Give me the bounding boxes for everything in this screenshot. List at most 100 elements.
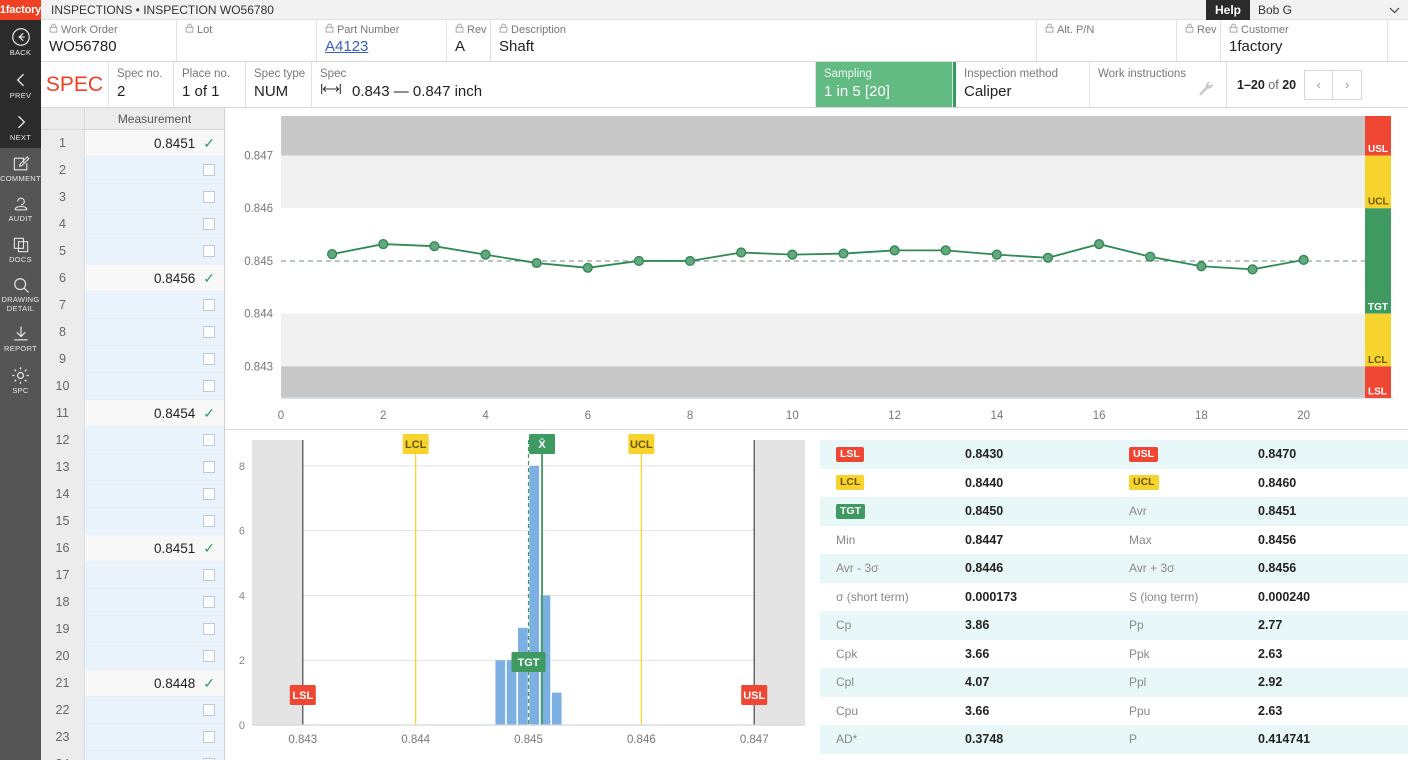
- header-field-rev[interactable]: Rev: [1177, 20, 1221, 61]
- measurement-row-value-cell[interactable]: [85, 319, 224, 345]
- control-chart-point[interactable]: [889, 245, 900, 256]
- control-chart-svg[interactable]: 0.843 0.844 0.845 0.846 0.847 0 2 4 6 8 10 12 14 16 18…: [225, 108, 1408, 430]
- measurement-row[interactable]: 17: [41, 562, 224, 589]
- measurement-row-value-cell[interactable]: 0.8451 ✓: [85, 535, 224, 561]
- header-field-part-number[interactable]: Part Number A4123: [317, 20, 447, 61]
- control-chart-point[interactable]: [1042, 252, 1054, 263]
- spec-field-spec-no[interactable]: Spec no. 2: [109, 62, 174, 107]
- header-field-value[interactable]: A4123: [325, 37, 438, 56]
- header-field-rev[interactable]: Rev A: [447, 20, 491, 61]
- rail-item-back[interactable]: BACK: [0, 20, 41, 63]
- measurement-row[interactable]: 13: [41, 454, 224, 481]
- control-chart-point[interactable]: [991, 249, 1002, 260]
- measurement-row[interactable]: 12: [41, 427, 224, 454]
- control-chart-point[interactable]: [531, 257, 542, 269]
- rail-item-docs[interactable]: DOCS: [0, 229, 41, 270]
- measurement-row-value-cell[interactable]: 0.8448 ✓: [85, 670, 224, 696]
- measurement-row[interactable]: 23: [41, 724, 224, 751]
- histogram-svg[interactable]: 0 2 4 6 8 LSL LCL X̄ TGT UCL USL 0.843 0.844 0.845 0.8…: [225, 430, 820, 760]
- control-chart-point[interactable]: [633, 255, 645, 267]
- measurement-row-value-cell[interactable]: [85, 481, 224, 507]
- user-menu[interactable]: Bob G: [1250, 0, 1408, 20]
- histogram-bar[interactable]: [518, 627, 528, 725]
- measurement-row[interactable]: 7: [41, 292, 224, 319]
- control-chart-point[interactable]: [736, 247, 747, 258]
- rail-item-report[interactable]: REPORT: [0, 318, 41, 359]
- header-field-alt-p-n[interactable]: Alt. P/N: [1037, 20, 1177, 61]
- checkbox-icon[interactable]: [203, 650, 215, 662]
- measurement-row[interactable]: 19: [41, 616, 224, 643]
- control-chart-point[interactable]: [1247, 264, 1258, 275]
- spec-field-spec-type[interactable]: Spec type NUM: [246, 62, 312, 107]
- measurement-row-value-cell[interactable]: [85, 697, 224, 723]
- part-number-link[interactable]: A4123: [325, 38, 368, 55]
- measurement-row[interactable]: 21 0.8448 ✓: [41, 670, 224, 697]
- measurement-row-value-cell[interactable]: 0.8454 ✓: [85, 400, 224, 426]
- measurement-row[interactable]: 22: [41, 697, 224, 724]
- measurement-row-value-cell[interactable]: [85, 724, 224, 750]
- rail-item-spc[interactable]: SPC: [0, 359, 41, 401]
- checkbox-icon[interactable]: [203, 488, 215, 500]
- measurement-row[interactable]: 14: [41, 481, 224, 508]
- measurement-row[interactable]: 1 0.8451 ✓: [41, 130, 224, 157]
- rail-item-comment[interactable]: COMMENT: [0, 148, 41, 189]
- pager-prev-button[interactable]: ‹: [1304, 69, 1334, 100]
- rail-item-audit[interactable]: AUDIT: [0, 188, 41, 229]
- checkbox-icon[interactable]: [203, 461, 215, 473]
- sampling-cell[interactable]: Sampling 1 in 5 [20]: [816, 62, 953, 107]
- control-chart-point[interactable]: [940, 245, 951, 256]
- control-chart-point[interactable]: [1196, 261, 1207, 272]
- measurement-row-value-cell[interactable]: [85, 589, 224, 615]
- measurement-row[interactable]: 20: [41, 643, 224, 670]
- measurement-row[interactable]: 24: [41, 751, 224, 760]
- rail-item-next[interactable]: NEXT: [0, 105, 41, 148]
- spec-field-place-no[interactable]: Place no. 1 of 1: [174, 62, 246, 107]
- histogram-bar[interactable]: [495, 660, 506, 725]
- measurement-row[interactable]: 18: [41, 589, 224, 616]
- control-chart-point[interactable]: [378, 238, 389, 250]
- checkbox-icon[interactable]: [203, 623, 215, 635]
- rail-item-drawing-detail[interactable]: DRAWING DETAIL: [0, 269, 41, 318]
- control-chart-point[interactable]: [582, 262, 593, 273]
- control-chart-point[interactable]: [1094, 238, 1105, 250]
- checkbox-icon[interactable]: [203, 596, 215, 608]
- help-button[interactable]: Help: [1205, 0, 1250, 20]
- rail-item-prev[interactable]: PREV: [0, 63, 41, 106]
- measurement-row-value-cell[interactable]: 0.8456 ✓: [85, 265, 224, 291]
- measurement-row[interactable]: 9: [41, 346, 224, 373]
- work-instructions-cell[interactable]: Work instructions: [1090, 62, 1227, 107]
- checkbox-icon[interactable]: [203, 569, 215, 581]
- measurement-row-value-cell[interactable]: [85, 562, 224, 588]
- control-chart-point[interactable]: [429, 241, 440, 252]
- histogram-bar[interactable]: [551, 692, 562, 725]
- checkbox-icon[interactable]: [203, 299, 215, 311]
- histogram-bar[interactable]: [529, 465, 539, 725]
- measurement-row-value-cell[interactable]: [85, 616, 224, 642]
- measurement-row[interactable]: 6 0.8456 ✓: [41, 265, 224, 292]
- checkbox-icon[interactable]: [203, 731, 215, 743]
- control-chart-point[interactable]: [1145, 251, 1156, 262]
- measurement-row-value-cell[interactable]: [85, 211, 224, 237]
- measurement-row[interactable]: 10: [41, 373, 224, 400]
- control-chart-point[interactable]: [327, 249, 338, 260]
- checkbox-icon[interactable]: [203, 434, 215, 446]
- measurement-row-value-cell[interactable]: [85, 454, 224, 480]
- checkbox-icon[interactable]: [203, 191, 215, 203]
- control-chart-point[interactable]: [1298, 254, 1309, 265]
- measurement-row-value-cell[interactable]: [85, 373, 224, 399]
- checkbox-icon[interactable]: [203, 218, 215, 230]
- checkbox-icon[interactable]: [203, 326, 215, 338]
- control-chart-point[interactable]: [684, 255, 696, 267]
- measurement-row[interactable]: 16 0.8451 ✓: [41, 535, 224, 562]
- measurement-row[interactable]: 3: [41, 184, 224, 211]
- measurement-row-value-cell[interactable]: [85, 427, 224, 453]
- control-chart-point[interactable]: [480, 249, 491, 260]
- measurement-row-value-cell[interactable]: [85, 508, 224, 534]
- checkbox-icon[interactable]: [203, 380, 215, 392]
- measurement-row-value-cell[interactable]: [85, 751, 224, 760]
- checkbox-icon[interactable]: [203, 164, 215, 176]
- measurement-row-value-cell[interactable]: [85, 184, 224, 210]
- control-chart-point[interactable]: [838, 248, 849, 259]
- measurement-row-value-cell[interactable]: [85, 643, 224, 669]
- spec-field-spec[interactable]: Spec 0.843 — 0.847 inch: [312, 62, 816, 107]
